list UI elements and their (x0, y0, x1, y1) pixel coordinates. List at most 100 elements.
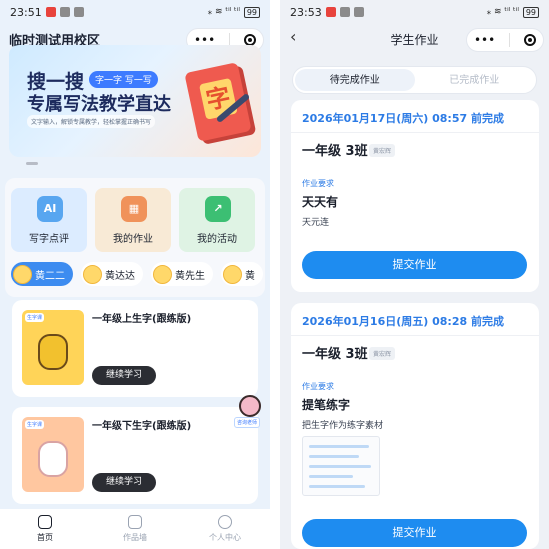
course-card[interactable]: 生字课 一年级上生字(跟练版) 继续学习 (12, 300, 258, 397)
homework-screen: 23:53 ⁎ ≋ ᵗⁱˡ ᵗⁱˡ 99 ‹ 学生作业 ••• 待完成作业 已完… (280, 0, 549, 549)
attachment-line (309, 455, 359, 458)
notification-icon (73, 7, 84, 17)
homework-status-tabs: 待完成作业 已完成作业 (292, 66, 537, 94)
mascot-illustration (38, 334, 68, 370)
course-card[interactable]: 生字课 一年级下生字(跟练版) 继续学习 (12, 407, 258, 504)
activity-icon: ↗ (205, 196, 231, 222)
status-bar: 23:51 ⁎ ≋ ᵗⁱˡ ᵗⁱˡ 99 (0, 0, 270, 24)
notification-icon (45, 7, 56, 17)
status-time: 23:51 (10, 5, 42, 19)
consult-label: 咨询老师 (234, 417, 261, 428)
notification-icon (59, 7, 70, 17)
divider (291, 335, 539, 336)
continue-learning-button[interactable]: 继续学习 (92, 473, 156, 492)
consult-teacher-button[interactable]: 咨询老师 (234, 395, 264, 429)
teacher-badge: 黄宏辉 (369, 144, 396, 157)
home-icon (38, 515, 52, 529)
avatar (153, 264, 172, 284)
tab-pending[interactable]: 待完成作业 (295, 69, 415, 91)
profile-icon (218, 515, 232, 529)
tab-label: 首页 (37, 533, 53, 542)
feature-menu: AI 写字点评 ▦ 我的作业 ↗ 我的活动 黄二二 黄达达 黄先生 黄 (5, 178, 265, 297)
attachment-line (309, 465, 371, 468)
menu-item-my-homework[interactable]: ▦ 我的作业 (95, 188, 171, 252)
requirement-title: 提笔练字 (302, 398, 351, 412)
course-title: 一年级下生字(跟练版) (92, 421, 192, 432)
student-chip[interactable]: 黄 (221, 262, 263, 286)
rabbit-illustration (38, 441, 68, 477)
attachment-thumbnail[interactable] (302, 436, 380, 496)
home-screen: 23:51 ⁎ ≋ ᵗⁱˡ ᵗⁱˡ 99 临时测试用校区 ••• 搜一搜 字一字… (0, 0, 270, 549)
book-character: 字 (198, 77, 238, 120)
miniprogram-capsule: ••• (466, 28, 544, 52)
requirement-description: 天元连 (302, 218, 330, 228)
tab-completed[interactable]: 已完成作业 (415, 69, 535, 91)
attachment-line (309, 485, 365, 488)
continue-learning-button[interactable]: 继续学习 (92, 366, 156, 385)
teacher-badge: 黄宏辉 (369, 347, 396, 360)
menu-item-writing-review[interactable]: AI 写字点评 (11, 188, 87, 252)
ai-icon: AI (37, 196, 63, 222)
class-name: 一年级 3班 (302, 144, 368, 159)
notification-icon (339, 7, 350, 17)
banner-description: 文字输入，解锁专属教学，轻松掌握正确书写 (27, 115, 156, 128)
tab-home[interactable]: 首页 (0, 509, 90, 549)
signal-icons: ⁎ ≋ ᵗⁱˡ ᵗⁱˡ (486, 7, 519, 17)
battery-icon: 99 (243, 6, 260, 18)
submit-homework-button[interactable]: 提交作业 (302, 519, 527, 547)
gallery-icon (128, 515, 142, 529)
banner-tag: 字一字 写一写 (89, 71, 158, 88)
divider (291, 132, 539, 133)
class-name: 一年级 3班 (302, 347, 368, 362)
carousel-indicator (26, 162, 38, 165)
homework-icon: ▦ (121, 196, 147, 222)
menu-item-label: 我的活动 (197, 234, 237, 245)
student-name: 黄达达 (105, 270, 135, 282)
requirement-title: 天天有 (302, 195, 339, 209)
course-title: 一年级上生字(跟练版) (92, 314, 192, 325)
submit-homework-button[interactable]: 提交作业 (302, 251, 527, 279)
requirement-description: 把生字作为练字素材 (302, 421, 384, 431)
status-time: 23:53 (290, 5, 322, 19)
promo-banner[interactable]: 搜一搜 字一字 写一写 专属写法教学直达 文字输入，解锁专属教学，轻松掌握正确书… (9, 45, 261, 157)
tab-profile[interactable]: 个人中心 (180, 509, 270, 549)
signal-icons: ⁎ ≋ ᵗⁱˡ ᵗⁱˡ (207, 7, 240, 17)
bottom-tab-bar: 首页 作品墙 个人中心 (0, 509, 270, 549)
attachment-line (309, 445, 369, 448)
course-tag: 生字课 (25, 313, 45, 322)
tab-label: 个人中心 (209, 533, 241, 542)
attachment-line (309, 475, 353, 478)
requirement-label: 作业要求 (302, 382, 334, 391)
menu-item-my-activities[interactable]: ↗ 我的活动 (179, 188, 255, 252)
student-chip[interactable]: 黄先生 (151, 262, 213, 286)
avatar (83, 264, 102, 284)
notification-icon (325, 7, 336, 17)
course-tag: 生字课 (25, 420, 45, 429)
student-chip[interactable]: 黄二二 (11, 262, 73, 286)
avatar (13, 264, 32, 284)
requirement-label: 作业要求 (302, 179, 334, 188)
student-name: 黄先生 (175, 270, 205, 282)
homework-card: 2026年01月16日(周五) 08:28 前完成 一年级 3班 黄宏辉 作业要… (291, 303, 539, 549)
tab-label: 作品墙 (123, 533, 147, 542)
student-name: 黄二二 (35, 270, 65, 282)
student-chip[interactable]: 黄达达 (81, 262, 143, 286)
status-bar: 23:53 ⁎ ≋ ᵗⁱˡ ᵗⁱˡ 99 (280, 0, 549, 24)
deadline-text: 2026年01月17日(周六) 08:57 前完成 (302, 112, 504, 125)
deadline-text: 2026年01月16日(周五) 08:28 前完成 (302, 315, 504, 328)
tab-gallery[interactable]: 作品墙 (90, 509, 180, 549)
notification-icon (353, 7, 364, 17)
homework-card: 2026年01月17日(周六) 08:57 前完成 一年级 3班 黄宏辉 作业要… (291, 100, 539, 292)
menu-item-label: 写字点评 (29, 234, 69, 245)
student-name: 黄 (245, 270, 255, 282)
teacher-avatar-icon (239, 395, 261, 417)
banner-subheadline: 专属写法教学直达 (27, 94, 171, 115)
close-miniprogram-button[interactable] (524, 34, 537, 46)
avatar (223, 264, 242, 284)
course-cover: 生字课 (22, 310, 84, 385)
capsule-divider (509, 33, 511, 47)
more-button[interactable]: ••• (474, 33, 495, 47)
student-switcher: 黄二二 黄达达 黄先生 黄 (11, 262, 265, 288)
battery-icon: 99 (522, 6, 539, 18)
course-cover: 生字课 (22, 417, 84, 492)
